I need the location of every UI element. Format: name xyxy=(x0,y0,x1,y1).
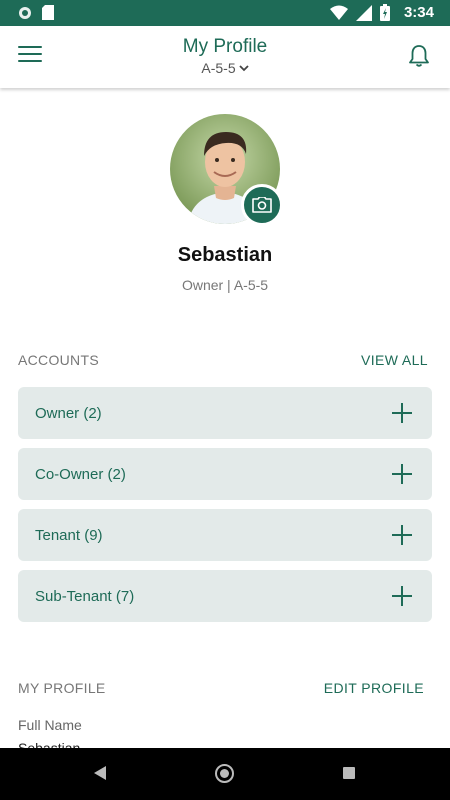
profile-name: Sebastian xyxy=(177,244,273,266)
system-nav-bar xyxy=(0,748,450,800)
plus-icon[interactable] xyxy=(392,586,412,606)
status-time: 3:34 xyxy=(403,4,434,21)
edit-profile-link[interactable]: EDIT PROFILE xyxy=(324,680,424,696)
my-profile-title: MY PROFILE xyxy=(18,680,106,696)
page-title: My Profile xyxy=(182,36,268,57)
full-name-label: Full Name xyxy=(18,717,82,733)
view-all-link[interactable]: VIEW ALL xyxy=(361,352,428,368)
chevron-down-icon xyxy=(238,64,249,71)
profile-role: Owner | A-5-5 xyxy=(181,277,269,293)
back-icon[interactable] xyxy=(94,766,106,780)
plus-icon[interactable] xyxy=(392,464,412,484)
status-bar: 3:34 xyxy=(0,0,450,26)
account-label: Co-Owner (2) xyxy=(35,465,126,483)
plus-icon[interactable] xyxy=(392,525,412,545)
account-card-co-owner[interactable]: Co-Owner (2) xyxy=(18,448,432,500)
account-card-tenant[interactable]: Tenant (9) xyxy=(18,509,432,561)
app-bar: My Profile A-5-5 xyxy=(0,26,450,88)
accounts-header: ACCOUNTS VIEW ALL xyxy=(18,352,428,368)
wifi-icon xyxy=(329,5,348,20)
change-photo-button[interactable] xyxy=(241,184,283,226)
cell-signal-icon xyxy=(355,4,372,21)
sd-card-icon xyxy=(42,5,54,20)
account-label: Owner (2) xyxy=(35,404,102,422)
account-label: Tenant (9) xyxy=(35,526,103,544)
plus-icon[interactable] xyxy=(392,403,412,423)
unit-label: A-5-5 xyxy=(201,60,236,76)
my-profile-header: MY PROFILE EDIT PROFILE xyxy=(18,680,424,696)
battery-icon xyxy=(379,4,390,21)
account-label: Sub-Tenant (7) xyxy=(35,587,135,605)
unit-selector[interactable]: A-5-5 xyxy=(201,60,249,76)
accounts-title: ACCOUNTS xyxy=(18,352,99,368)
bell-icon[interactable] xyxy=(406,43,432,69)
home-icon[interactable] xyxy=(215,764,234,783)
notification-circle-icon xyxy=(19,6,31,19)
recent-apps-icon[interactable] xyxy=(343,767,355,779)
camera-icon xyxy=(252,197,272,213)
account-card-owner[interactable]: Owner (2) xyxy=(18,387,432,439)
account-card-sub-tenant[interactable]: Sub-Tenant (7) xyxy=(18,570,432,622)
